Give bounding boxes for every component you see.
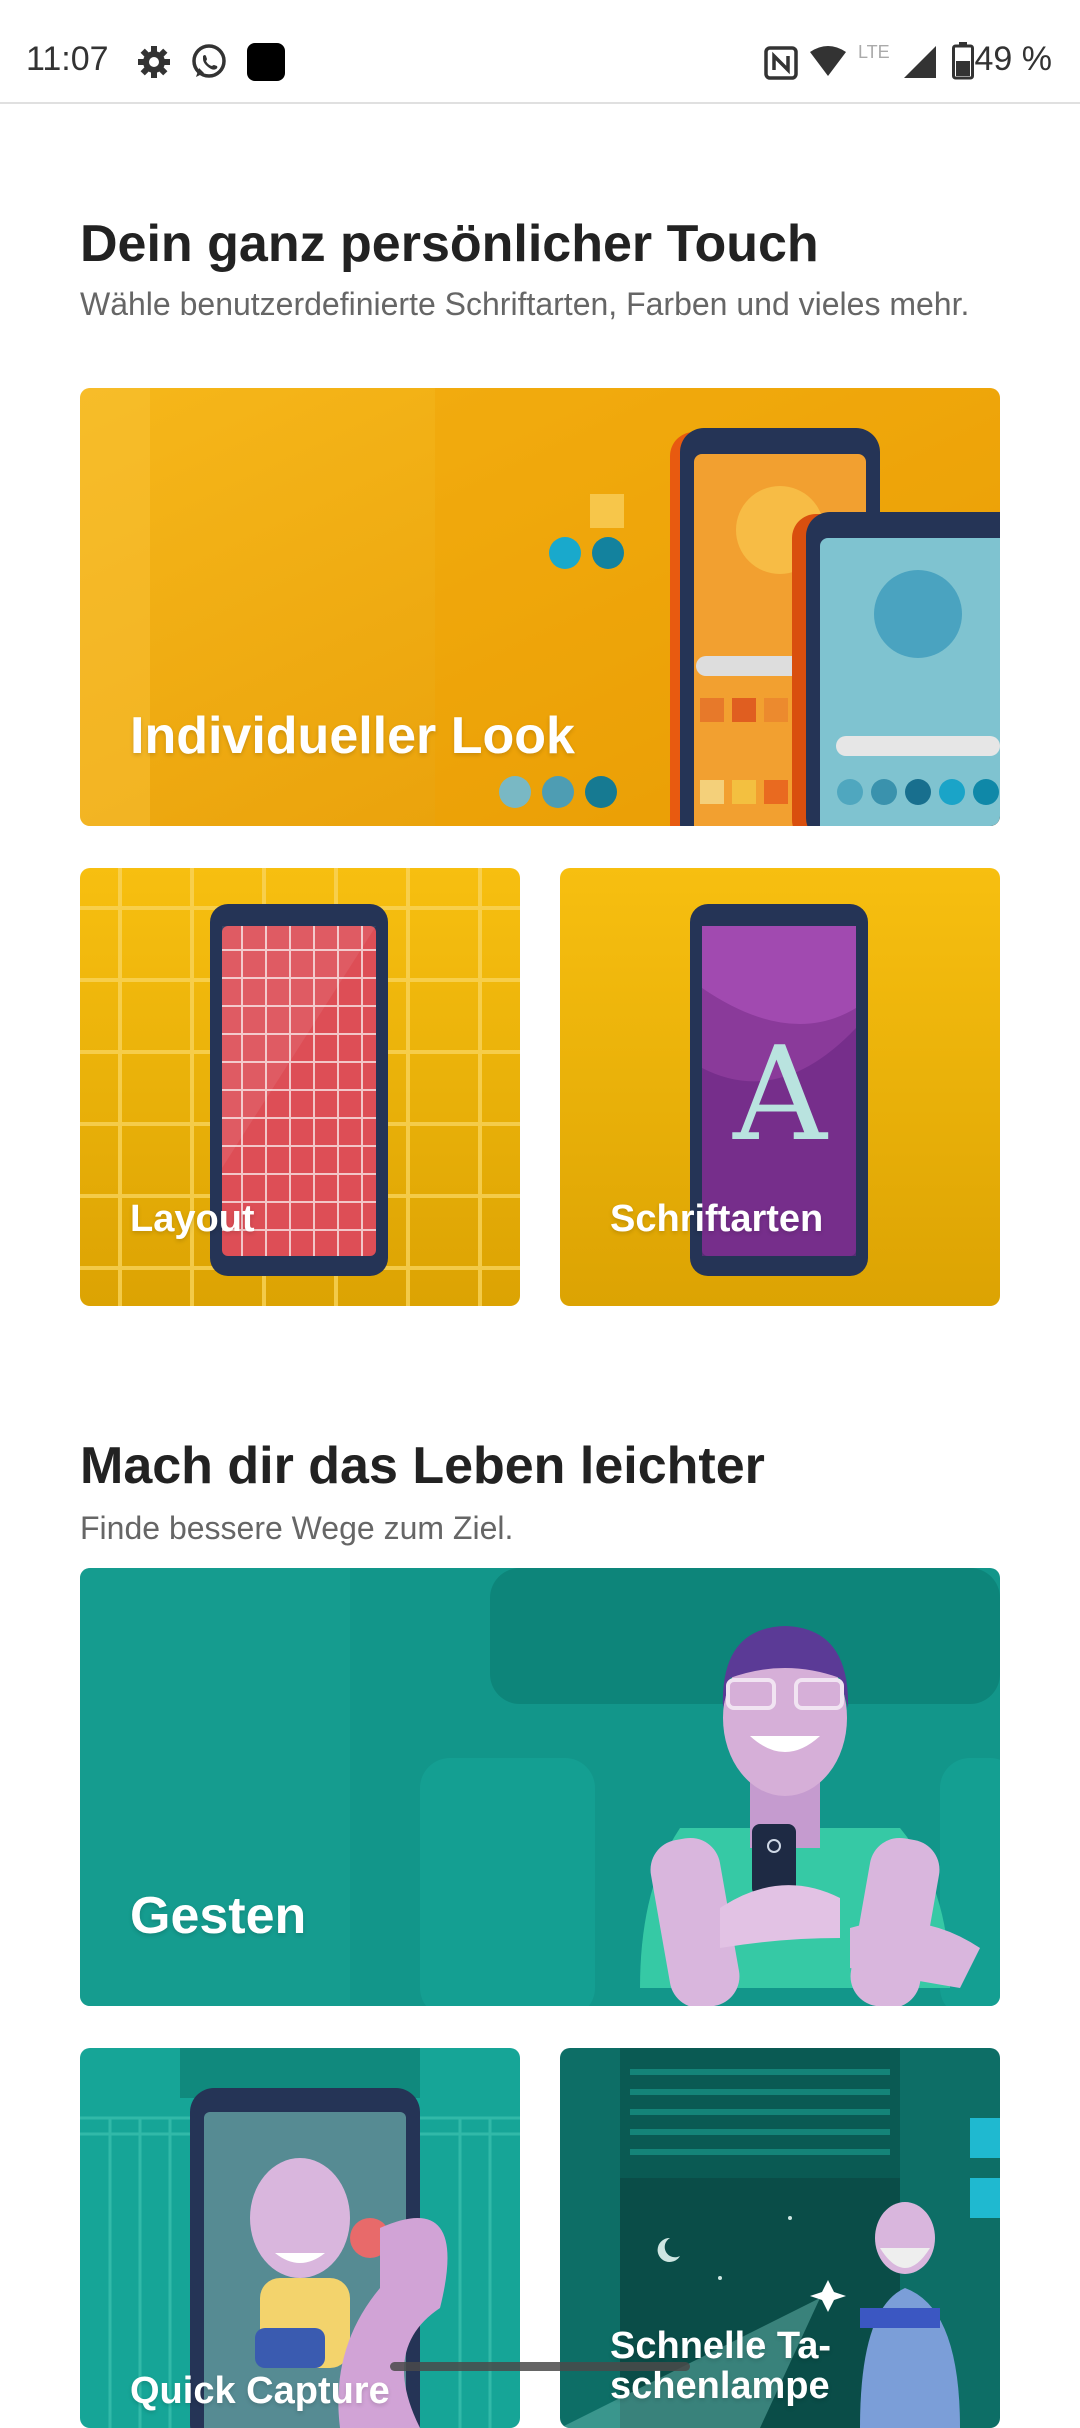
card-label-gestures: Gesten [130,1887,307,1945]
gesture-navigation-bar[interactable] [390,2362,690,2371]
section-subtitle-easier-life: Finde bessere Wege zum Ziel. [80,1510,514,1546]
app-notification-icon [247,43,285,81]
section-title-easier-life: Mach dir das Leben leichter [80,1437,765,1495]
card-fonts[interactable]: A Schriftarten [560,868,1000,1306]
status-bar: 11:07 LTE 49 % [0,0,1080,104]
settings-gear-icon [138,46,170,78]
network-type-label: LTE [858,42,890,62]
card-flashlight[interactable]: Schnelle Ta- schenlampe [560,2048,1000,2428]
card-individual-look[interactable]: Individueller Look [80,388,1000,826]
card-label-fonts: Schriftarten [610,1198,824,1240]
card-label-quick-capture: Quick Capture [130,2370,390,2412]
card-label-individual-look: Individueller Look [130,707,575,765]
battery-icon [952,42,974,80]
font-sample-glyph: A [733,1018,827,1170]
nfc-icon [764,46,798,80]
wifi-icon [810,46,846,76]
section-subtitle-personal-touch: Wähle benutzerdefinierte Schriftarten, F… [80,286,970,322]
card-gestures[interactable]: Gesten [80,1568,1000,2006]
battery-percentage: 49 % [974,40,1053,78]
card-label-layout: Layout [130,1198,255,1240]
signal-strength-icon [904,46,936,78]
status-time: 11:07 [26,40,109,78]
card-quick-capture[interactable]: Quick Capture [80,2048,520,2428]
section-title-personal-touch: Dein ganz persönlicher Touch [80,215,819,273]
card-layout[interactable]: Layout [80,868,520,1306]
whatsapp-icon [192,44,226,78]
